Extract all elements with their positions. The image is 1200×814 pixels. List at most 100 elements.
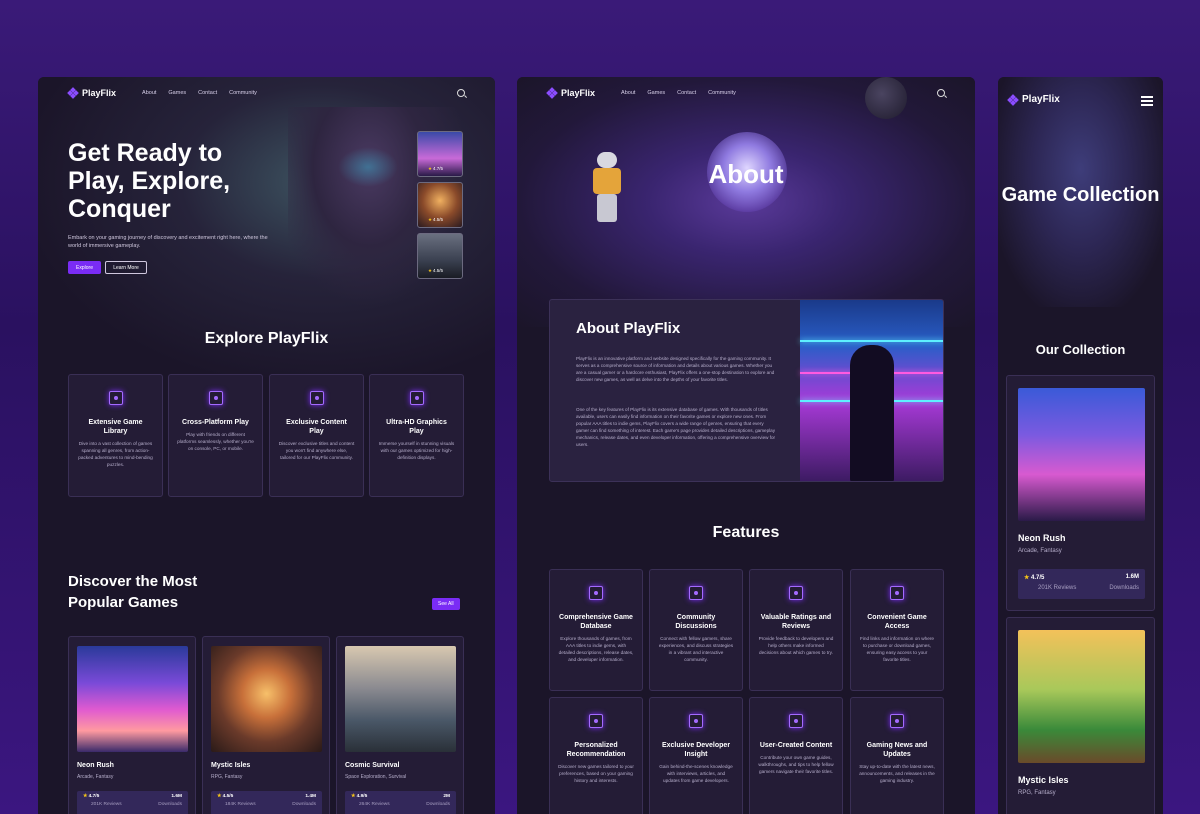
game-name: Neon Rush: [1018, 533, 1066, 543]
game-tags: Arcade, Fantasy: [1018, 548, 1062, 554]
nav-about[interactable]: About: [142, 90, 156, 96]
game-image: [211, 646, 322, 752]
community-icon: [689, 586, 703, 600]
about-hero-title: About: [708, 159, 784, 189]
news-icon: [890, 714, 904, 728]
thumb-3[interactable]: ★4.5/5: [417, 233, 463, 279]
game-reviews: 264K Reviews: [359, 802, 390, 807]
database-icon: [589, 586, 603, 600]
game-card[interactable]: Mystic Isles RPG, Fantasy ★ 4.5/5 184K R…: [202, 636, 330, 814]
about-page-panel: PlayFlix About Games Contact Community A…: [517, 77, 975, 814]
game-card[interactable]: Cosmic Survival Space Exploration, Survi…: [336, 636, 464, 814]
brand-logo[interactable]: PlayFlix: [546, 87, 596, 99]
feature-title: Exclusive Developer Insight: [661, 742, 731, 758]
hamburger-menu-icon[interactable]: [1141, 96, 1153, 108]
game-reviews: 184K Reviews: [225, 802, 256, 807]
feature-desc: Discover exclusive titles and content yo…: [278, 441, 355, 460]
feature-title: Exclusive Content Play: [286, 419, 347, 435]
feature-title: Cross-Platform Play: [182, 419, 249, 426]
brand-logo[interactable]: PlayFlix: [1007, 93, 1060, 106]
feature-title: Ultra-HD Graphics Play: [386, 419, 447, 435]
feature-desc: Immerse yourself in stunning visuals wit…: [378, 441, 455, 460]
nav-community[interactable]: Community: [229, 90, 257, 96]
feature-card: Personalized Recommendation Discover new…: [549, 697, 643, 814]
game-stats: ★ 4.9/5 264K Reviews 2M Downloads: [345, 791, 456, 814]
feature-card: Community Discussions Connect with fello…: [649, 569, 743, 691]
thumb-2[interactable]: ★4.5/5: [417, 182, 463, 228]
search-icon[interactable]: [457, 89, 465, 97]
explore-section-title: Explore PlayFlix: [204, 330, 329, 347]
game-name: Mystic Isles: [1018, 775, 1069, 785]
see-all-button[interactable]: See All: [432, 598, 460, 610]
collection-section-title: Our Collection: [1035, 342, 1126, 357]
feature-desc: Provide feedback to developers and help …: [758, 636, 834, 655]
top-nav: PlayFlix About Games Contact Community: [38, 77, 495, 109]
game-image: [345, 646, 456, 752]
game-tags: Arcade, Fantasy: [77, 774, 114, 780]
feature-title: Gaming News and Updates: [866, 742, 928, 758]
game-tags: RPG, Fantasy: [211, 774, 243, 780]
feature-title: Extensive Game Library: [88, 419, 143, 435]
search-icon[interactable]: [937, 89, 945, 97]
game-stats: ★ 4.5/5 184K Reviews 1.4M Downloads: [211, 791, 322, 814]
game-tags: Space Exploration, Survival: [345, 774, 407, 780]
feature-desc: Gain behind-the-scenes knowledge with in…: [659, 764, 733, 783]
brand-name: PlayFlix: [561, 88, 596, 98]
feature-desc: Play with friends on different platforms…: [177, 432, 254, 451]
explore-button[interactable]: Explore: [68, 261, 101, 274]
controller-icon: [689, 714, 703, 728]
top-nav: PlayFlix About Games Contact Community: [517, 77, 975, 109]
feature-title: Community Discussions: [675, 614, 717, 630]
nav-about[interactable]: About: [621, 90, 635, 96]
game-image: [1018, 388, 1145, 521]
collection-page-panel: PlayFlix Game Collection Our Collection …: [998, 77, 1163, 814]
game-card[interactable]: Mystic Isles RPG, Fantasy: [1006, 617, 1155, 814]
feature-title: Convenient Game Access: [867, 614, 927, 630]
collection-hero-title: Game Collection: [1001, 184, 1160, 206]
about-info-box: About PlayFlix PlayFlix is an innovative…: [549, 299, 944, 482]
game-stats: ★ 4.7/5 201K Reviews 1.6M Downloads: [77, 791, 188, 814]
gamepad-icon: [890, 586, 904, 600]
game-tags: RPG, Fantasy: [1018, 790, 1056, 796]
content-icon: [789, 714, 803, 728]
logo-icon: [67, 87, 79, 99]
about-hero-background: [517, 77, 975, 327]
feature-card: Exclusive Content Play Discover exclusiv…: [269, 374, 364, 497]
feature-card: Exclusive Developer Insight Gain behind-…: [649, 697, 743, 814]
feature-title: Personalized Recommendation: [566, 742, 626, 758]
rating-icon: [789, 586, 803, 600]
hero-glow: [338, 147, 398, 187]
nav-contact[interactable]: Contact: [677, 90, 696, 96]
nav-community[interactable]: Community: [708, 90, 736, 96]
nav-contact[interactable]: Contact: [198, 90, 217, 96]
feature-title: Valuable Ratings and Reviews: [760, 614, 832, 630]
game-card[interactable]: Neon Rush Arcade, Fantasy ★ 4.7/5 201K R…: [1006, 375, 1155, 611]
thumb-rating: 4.5/5: [433, 268, 444, 273]
cyberpunk-art: [800, 300, 943, 481]
downloads-label: Downloads: [426, 802, 450, 807]
home-page-panel: PlayFlix About Games Contact Community G…: [38, 77, 495, 814]
nav-links: About Games Contact Community: [621, 90, 736, 96]
game-name: Mystic Isles: [211, 762, 251, 769]
feature-card: Ultra-HD Graphics Play Immerse yourself …: [369, 374, 464, 497]
feature-desc: Stay up-to-date with the latest news, an…: [859, 764, 935, 783]
game-card[interactable]: Neon Rush Arcade, Fantasy ★ 4.7/5 201K R…: [68, 636, 196, 814]
about-paragraph-2: One of the key features of PlayFlix is i…: [576, 407, 776, 447]
logo-icon: [546, 87, 558, 99]
features-section-title: Features: [712, 524, 780, 541]
brand-logo[interactable]: PlayFlix: [67, 87, 116, 99]
game-downloads: 2M: [443, 794, 450, 799]
feature-title: User-Created Content: [759, 742, 833, 749]
game-rating: 4.5/5: [222, 794, 234, 799]
feature-desc: Explore thousands of games, from AAA tit…: [558, 636, 634, 662]
nav-games[interactable]: Games: [168, 90, 186, 96]
feature-desc: Dive into a vast collection of games spa…: [78, 441, 153, 467]
feature-title: Comprehensive Game Database: [559, 614, 633, 630]
thumb-1[interactable]: ★4.7/5: [417, 131, 463, 177]
game-rating: 4.7/5: [1031, 575, 1045, 581]
learn-more-button[interactable]: Learn More: [105, 261, 147, 274]
game-name: Neon Rush: [77, 762, 114, 769]
feature-card: Gaming News and Updates Stay up-to-date …: [850, 697, 944, 814]
nav-games[interactable]: Games: [647, 90, 665, 96]
feature-desc: Find links and information on where to p…: [860, 636, 934, 662]
